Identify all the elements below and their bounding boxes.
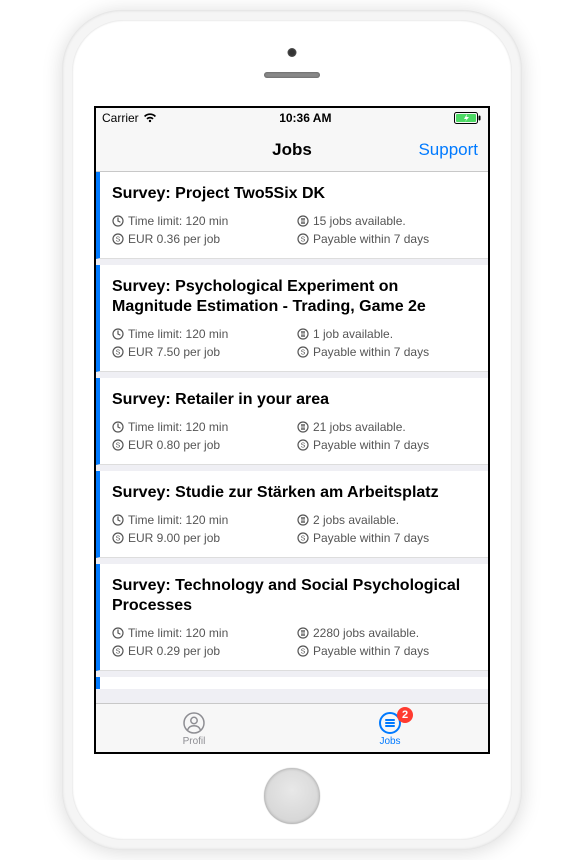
currency-icon: S [112, 346, 124, 358]
payable-within: SPayable within 7 days [297, 232, 476, 246]
currency-icon: S [297, 532, 309, 544]
status-bar-left: Carrier [102, 111, 157, 125]
svg-text:S: S [301, 649, 306, 656]
clock-icon [112, 627, 124, 639]
phone-device-inner: Carrier 10:36 AM [72, 20, 512, 840]
phone-speaker [264, 72, 320, 78]
battery-icon [454, 112, 482, 124]
tab-label: Jobs [379, 736, 400, 747]
pay-per-job: SEUR 7.50 per job [112, 345, 291, 359]
job-card-partial[interactable] [96, 677, 488, 689]
status-bar-right [454, 112, 482, 124]
time-limit: Time limit: 120 min [112, 420, 291, 434]
job-meta-grid: Time limit: 120 min 2 jobs available. SE… [112, 513, 476, 545]
job-title: Survey: Studie zur Stärken am Arbeitspla… [112, 483, 476, 503]
time-limit: Time limit: 120 min [112, 214, 291, 228]
pay-per-job: SEUR 9.00 per job [112, 531, 291, 545]
phone-screen: Carrier 10:36 AM [94, 106, 490, 754]
payable-within: SPayable within 7 days [297, 345, 476, 359]
hash-icon [297, 514, 309, 526]
currency-icon: S [297, 439, 309, 451]
currency-icon: S [297, 645, 309, 657]
tab-profile[interactable]: Profil [96, 704, 292, 752]
svg-text:S: S [116, 350, 121, 357]
time-limit: Time limit: 120 min [112, 327, 291, 341]
support-button[interactable]: Support [418, 140, 478, 160]
jobs-available: 15 jobs available. [297, 214, 476, 228]
wifi-icon [143, 113, 157, 123]
jobs-available: 21 jobs available. [297, 420, 476, 434]
clock-icon [112, 328, 124, 340]
clock-icon [112, 421, 124, 433]
jobs-available: 1 job available. [297, 327, 476, 341]
carrier-label: Carrier [102, 111, 139, 125]
home-button[interactable] [264, 768, 320, 824]
hash-icon [297, 627, 309, 639]
currency-icon: S [112, 439, 124, 451]
svg-text:S: S [301, 443, 306, 450]
currency-icon: S [112, 532, 124, 544]
payable-within: SPayable within 7 days [297, 438, 476, 452]
svg-text:S: S [116, 536, 121, 543]
time-limit: Time limit: 120 min [112, 513, 291, 527]
pay-per-job: SEUR 0.80 per job [112, 438, 291, 452]
job-meta-grid: Time limit: 120 min 15 jobs available. S… [112, 214, 476, 246]
job-card[interactable]: Survey: Project Two5Six DK Time limit: 1… [96, 172, 488, 259]
hash-icon [297, 215, 309, 227]
time-limit: Time limit: 120 min [112, 626, 291, 640]
job-card[interactable]: Survey: Technology and Social Psychologi… [96, 564, 488, 671]
payable-within: SPayable within 7 days [297, 531, 476, 545]
job-meta-grid: Time limit: 120 min 1 job available. SEU… [112, 327, 476, 359]
job-title: Survey: Project Two5Six DK [112, 184, 476, 204]
tab-jobs[interactable]: 2 Jobs [292, 704, 488, 752]
svg-text:S: S [301, 536, 306, 543]
jobs-available: 2280 jobs available. [297, 626, 476, 640]
status-bar-time: 10:36 AM [279, 111, 331, 125]
job-card[interactable]: Survey: Studie zur Stärken am Arbeitspla… [96, 471, 488, 558]
hash-icon [297, 328, 309, 340]
clock-icon [112, 514, 124, 526]
jobs-list[interactable]: Survey: Project Two5Six DK Time limit: 1… [96, 172, 488, 703]
currency-icon: S [112, 645, 124, 657]
tab-label: Profil [183, 736, 206, 747]
tab-badge: 2 [397, 707, 413, 723]
job-title: Survey: Retailer in your area [112, 390, 476, 410]
svg-text:S: S [116, 443, 121, 450]
jobs-available: 2 jobs available. [297, 513, 476, 527]
page-title: Jobs [272, 140, 312, 160]
job-card[interactable]: Survey: Retailer in your area Time limit… [96, 378, 488, 465]
payable-within: SPayable within 7 days [297, 644, 476, 658]
tab-bar: Profil 2 Jobs [96, 703, 488, 752]
currency-icon: S [297, 233, 309, 245]
job-card[interactable]: Survey: Psychological Experiment on Magn… [96, 265, 488, 372]
pay-per-job: SEUR 0.29 per job [112, 644, 291, 658]
svg-text:S: S [301, 350, 306, 357]
svg-text:S: S [116, 649, 121, 656]
currency-icon: S [297, 346, 309, 358]
job-title: Survey: Technology and Social Psychologi… [112, 576, 476, 616]
hash-icon [297, 421, 309, 433]
phone-camera-dot [288, 48, 297, 57]
profile-icon [181, 710, 207, 736]
svg-text:S: S [116, 237, 121, 244]
status-bar: Carrier 10:36 AM [96, 108, 488, 128]
job-meta-grid: Time limit: 120 min 2280 jobs available.… [112, 626, 476, 658]
job-title: Survey: Psychological Experiment on Magn… [112, 277, 476, 317]
currency-icon: S [112, 233, 124, 245]
job-meta-grid: Time limit: 120 min 21 jobs available. S… [112, 420, 476, 452]
clock-icon [112, 215, 124, 227]
phone-device-frame: Carrier 10:36 AM [62, 10, 522, 850]
pay-per-job: SEUR 0.36 per job [112, 232, 291, 246]
navigation-bar: Jobs Support [96, 128, 488, 172]
svg-text:S: S [301, 237, 306, 244]
